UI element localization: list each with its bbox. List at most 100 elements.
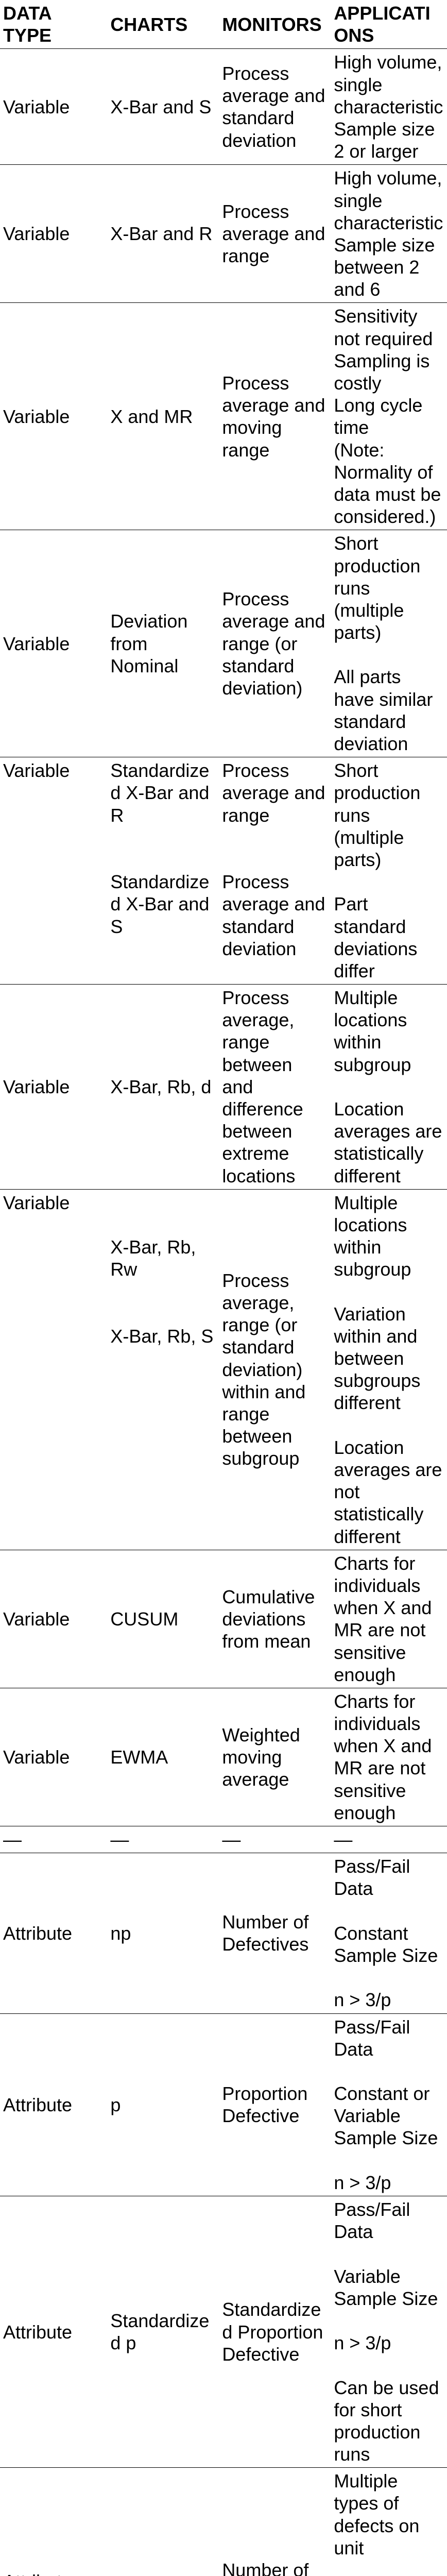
- cell-monitors: Standardized Proportion Defective: [219, 2196, 331, 2468]
- cell-charts: —: [107, 1826, 219, 1853]
- application-line: Variable Sample Size: [334, 2265, 444, 2310]
- cell-charts: Standardized X-Bar and R Standardized X-…: [107, 757, 219, 985]
- cell-monitors: Process average and standard deviation: [219, 49, 331, 165]
- cell-applications: Charts for individuals when X and MR are…: [331, 1550, 447, 1688]
- application-line: High volume, single characteristic: [334, 51, 444, 118]
- cell-applications: Sensitivity not requiredSampling is cost…: [331, 303, 447, 530]
- cell-applications: Pass/Fail Data Variable Sample Size n > …: [331, 2196, 447, 2468]
- table-row: VariableX-Bar, Rb, dProcess average, ran…: [0, 985, 447, 1190]
- cell-datatype: Variable: [0, 303, 107, 530]
- table-row: VariableX-Bar and RProcess average and r…: [0, 165, 447, 303]
- cell-charts: EWMA: [107, 1688, 219, 1826]
- application-line: [334, 2559, 444, 2576]
- cell-datatype: Variable: [0, 985, 107, 1190]
- cell-monitors: Process average, range between and diffe…: [219, 985, 331, 1190]
- cell-datatype: Variable: [0, 1189, 107, 1550]
- table-row: AttributeStandardized pStandardized Prop…: [0, 2196, 447, 2468]
- cell-charts-line: X-Bar, Rb, S: [110, 1325, 216, 1347]
- header-charts: CHARTS: [107, 0, 219, 49]
- cell-monitors: —: [219, 1826, 331, 1853]
- control-charts-table: DATA TYPE CHARTS MONITORS APPLICATIONS V…: [0, 0, 447, 2576]
- cell-charts: p: [107, 2013, 219, 2196]
- cell-applications: Multiple locations within subgroup Locat…: [331, 985, 447, 1190]
- cell-datatype: Variable: [0, 757, 107, 985]
- cell-datatype: Variable: [0, 530, 107, 757]
- application-line: Short production runs (multiple parts): [334, 759, 444, 871]
- application-line: [334, 1414, 444, 1436]
- application-line: [334, 871, 444, 893]
- application-line: Can be used for short production runs: [334, 2377, 444, 2466]
- cell-datatype: Attribute: [0, 2196, 107, 2468]
- application-line: n > 3/p: [334, 1989, 444, 2011]
- cell-charts: X and MR: [107, 303, 219, 530]
- cell-applications: Charts for individuals when X and MR are…: [331, 1688, 447, 1826]
- cell-monitors: Number of Defectives: [219, 1853, 331, 2013]
- cell-datatype: Attribute: [0, 2013, 107, 2196]
- application-line: Multiple locations within subgroup: [334, 987, 444, 1076]
- cell-applications: Multiple types of defects on unit Consta…: [331, 2468, 447, 2576]
- application-line: Pass/Fail Data: [334, 2198, 444, 2243]
- application-line: Sampling is costly: [334, 350, 444, 394]
- cell-monitors: Process average and range: [219, 165, 331, 303]
- cell-charts: np: [107, 1853, 219, 2013]
- cell-applications: High volume, single characteristicSample…: [331, 49, 447, 165]
- application-line: Pass/Fail Data: [334, 1855, 444, 1900]
- cell-monitors-line: Process average and standard deviation: [222, 871, 328, 960]
- table-body: VariableX-Bar and SProcess average and s…: [0, 49, 447, 2576]
- cell-charts-line: [110, 1192, 216, 1214]
- cell-charts: X-Bar and S: [107, 49, 219, 165]
- cell-monitors: Process average and moving range: [219, 303, 331, 530]
- application-line: Location averages are statistically diff…: [334, 1098, 444, 1187]
- cell-monitors-line: Process average and range: [222, 759, 328, 826]
- application-line: Long cycle time: [334, 394, 444, 438]
- cell-datatype: —: [0, 1826, 107, 1853]
- application-line: Sample size between 2 and 6: [334, 234, 444, 301]
- cell-charts: X-Bar, Rb, Rw X-Bar, Rb, S: [107, 1189, 219, 1550]
- cell-datatype: Attribute: [0, 2468, 107, 2576]
- cell-applications: High volume, single characteristicSample…: [331, 165, 447, 303]
- header-applications: APPLICATIONS: [331, 0, 447, 49]
- cell-monitors: Weighted moving average: [219, 1688, 331, 1826]
- application-line: —: [334, 1828, 444, 1851]
- cell-charts: CUSUM: [107, 1550, 219, 1688]
- application-line: High volume, single characteristic: [334, 167, 444, 234]
- application-line: [334, 2060, 444, 2082]
- cell-monitors-line: [222, 826, 328, 849]
- cell-datatype: Variable: [0, 1688, 107, 1826]
- cell-applications: Pass/Fail Data Constant Sample Size n > …: [331, 1853, 447, 2013]
- table-row: AttributepProportion DefectivePass/Fail …: [0, 2013, 447, 2196]
- application-line: All parts have similar standard deviatio…: [334, 666, 444, 755]
- cell-charts: c: [107, 2468, 219, 2576]
- application-line: Multiple types of defects on unit: [334, 2470, 444, 2559]
- cell-datatype: Variable: [0, 49, 107, 165]
- application-line: [334, 1900, 444, 1922]
- table-row: AttributenpNumber of DefectivesPass/Fail…: [0, 1853, 447, 2013]
- application-line: [334, 1967, 444, 1989]
- cell-charts-line: Standardized X-Bar and R: [110, 759, 216, 826]
- cell-datatype: Variable: [0, 1550, 107, 1688]
- table-row: VariableDeviation from NominalProcess av…: [0, 530, 447, 757]
- header-monitors: MONITORS: [219, 0, 331, 49]
- cell-charts-line: X-Bar, Rb, Rw: [110, 1236, 216, 1280]
- cell-applications: Pass/Fail Data Constant or Variable Samp…: [331, 2013, 447, 2196]
- table-header: DATA TYPE CHARTS MONITORS APPLICATIONS: [0, 0, 447, 49]
- table-row: VariableStandardized X-Bar and R Standar…: [0, 757, 447, 985]
- cell-monitors: Process average and range (or standard d…: [219, 530, 331, 757]
- cell-charts: Deviation from Nominal: [107, 530, 219, 757]
- application-line: Sensitivity not required: [334, 305, 444, 349]
- application-line: [334, 2310, 444, 2332]
- application-line: Charts for individuals when X and MR are…: [334, 1690, 444, 1824]
- application-line: [334, 2149, 444, 2172]
- cell-charts-line: [110, 1281, 216, 1303]
- application-line: Pass/Fail Data: [334, 2016, 444, 2060]
- application-line: Variation within and between subgroups d…: [334, 1303, 444, 1414]
- application-line: n > 3/p: [334, 2172, 444, 2194]
- cell-monitors: Number of Defects: [219, 2468, 331, 2576]
- application-line: Sample size 2 or larger: [334, 118, 444, 162]
- application-line: [334, 2354, 444, 2376]
- cell-charts: Standardized p: [107, 2196, 219, 2468]
- cell-monitors: Proportion Defective: [219, 2013, 331, 2196]
- application-line: Charts for individuals when X and MR are…: [334, 1552, 444, 1686]
- cell-monitors: Cumulative deviations from mean: [219, 1550, 331, 1688]
- table-row: VariableEWMAWeighted moving averageChart…: [0, 1688, 447, 1826]
